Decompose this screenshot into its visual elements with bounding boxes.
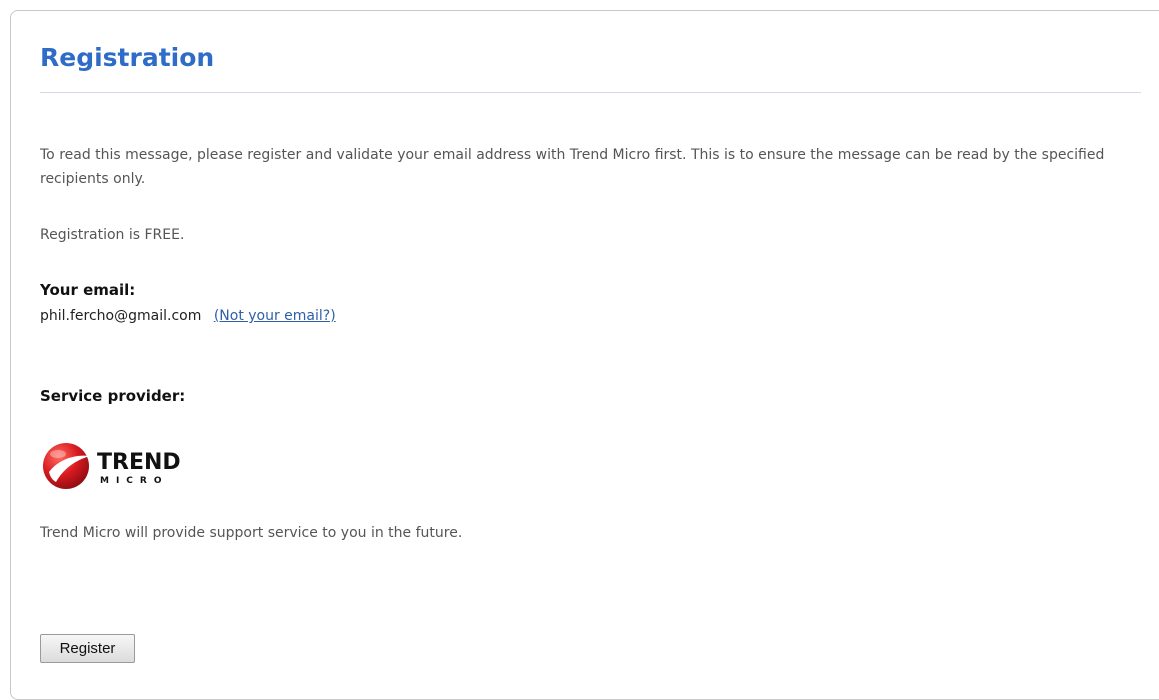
email-row: phil.fercho@gmail.com (Not your email?)	[40, 305, 336, 327]
logo-text-micro: MICRO	[100, 476, 169, 486]
title-divider	[40, 92, 1141, 93]
registration-panel	[10, 10, 1159, 700]
free-note: Registration is FREE.	[40, 227, 185, 243]
email-label: Your email:	[40, 281, 136, 299]
not-your-email-link[interactable]: (Not your email?)	[214, 308, 336, 324]
support-text: Trend Micro will provide support service…	[40, 525, 463, 541]
email-value: phil.fercho@gmail.com	[40, 308, 202, 324]
provider-label: Service provider:	[40, 387, 186, 405]
trend-micro-logo: TREND MICRO	[43, 443, 181, 489]
page-title: Registration	[40, 43, 215, 72]
intro-text: To read this message, please register an…	[40, 147, 1105, 187]
register-button[interactable]: Register	[40, 634, 135, 663]
logo-text-trend: TREND	[97, 450, 181, 475]
